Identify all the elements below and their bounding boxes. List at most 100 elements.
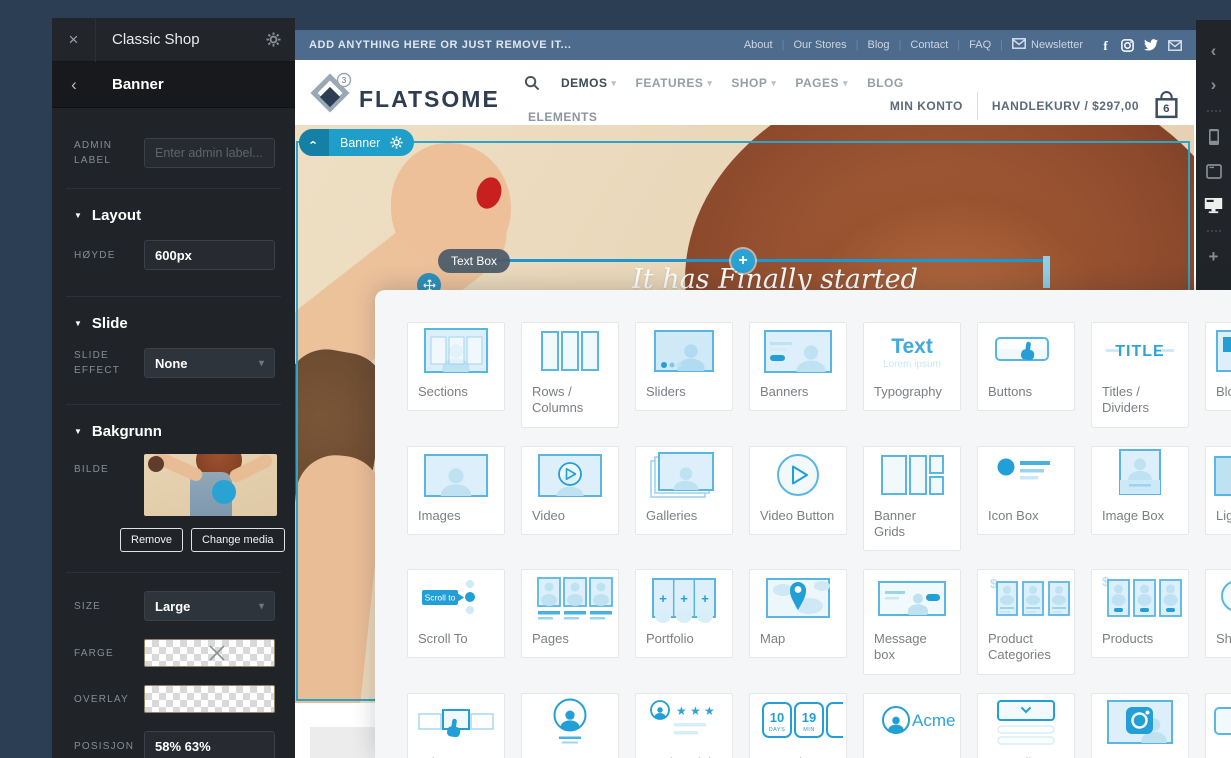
element-card-map[interactable]: Map [749, 569, 847, 658]
element-card-label: Image Box [1092, 503, 1188, 534]
brand-name[interactable]: FLATSOME [359, 86, 500, 113]
account-link[interactable]: MIN KONTO [890, 99, 963, 113]
nav-item-blog[interactable]: BLOG [867, 76, 904, 90]
hoyde-input[interactable]: 600px [144, 240, 275, 270]
element-card-sliders[interactable]: Sliders [635, 322, 733, 411]
element-card-share-icons[interactable]: Sha ico [1205, 569, 1231, 658]
focal-point-dot[interactable] [212, 480, 236, 504]
element-card-tabs[interactable]: Tabs [407, 693, 505, 758]
element-card-portfolio[interactable]: +++Portfolio [635, 569, 733, 658]
change-media-button[interactable]: Change media [191, 528, 285, 552]
collapse-icon[interactable]: ‹ [299, 129, 329, 156]
close-icon[interactable]: × [52, 18, 96, 62]
twitter-icon[interactable] [1144, 39, 1158, 51]
instagram-icon[interactable] [1121, 39, 1134, 52]
search-icon[interactable] [524, 75, 540, 91]
email-icon[interactable] [1168, 40, 1182, 51]
banner-element-pill[interactable]: ‹ Banner [299, 129, 414, 156]
svg-text:★: ★ [704, 704, 715, 718]
size-select[interactable]: Large ▾ [144, 591, 275, 621]
element-card-instagram-feed[interactable]: Instagram feed [1091, 693, 1189, 758]
nav-item-features[interactable]: FEATURES▾ [636, 76, 713, 90]
topbar-link-about[interactable]: About [744, 39, 773, 51]
element-card-video[interactable]: Video [521, 446, 619, 535]
element-card-blog-posts[interactable]: Blo [1205, 322, 1231, 411]
textbox-resize-handle[interactable] [1043, 256, 1050, 288]
element-card-label: Map [750, 626, 846, 657]
element-card-typography[interactable]: TextLorem ipsumTypography [863, 322, 961, 411]
divider: | [1000, 39, 1003, 51]
video-icon [522, 447, 618, 503]
element-card-logo[interactable]: AcmeLogo [863, 693, 961, 758]
nav-item-demos[interactable]: DEMOS▾ [561, 76, 617, 90]
element-card-galleries[interactable]: Galleries [635, 446, 733, 535]
topbar-link-our-stores[interactable]: Our Stores [793, 39, 846, 51]
newsletter-link[interactable]: Newsletter [1012, 38, 1083, 52]
admin-label-input[interactable]: Enter admin label... [144, 138, 275, 168]
cart-link[interactable]: HANDLEKURV / $297,00 [992, 99, 1139, 113]
cart-bag-icon[interactable]: 6 [1153, 90, 1180, 121]
element-card-search[interactable]: Sea [1205, 693, 1231, 758]
divider [66, 572, 281, 573]
element-card-countdown[interactable]: 10DAYS19MINCountdown [749, 693, 847, 758]
divider [1207, 110, 1221, 112]
element-card-label: Testimonials [636, 750, 732, 758]
element-card-icon-box[interactable]: Icon Box [977, 446, 1075, 535]
element-card-pages[interactable]: Pages [521, 569, 619, 658]
element-card-titles-dividers[interactable]: TITLETitles / Dividers [1091, 322, 1189, 428]
section-bakgrunn[interactable]: ▼ Bakgrunn [74, 423, 295, 440]
facebook-icon[interactable]: f [1100, 39, 1111, 52]
banners-icon [750, 323, 846, 379]
element-card-images[interactable]: Images [407, 446, 505, 535]
element-card-testimonials[interactable]: ★★★Testimonials [635, 693, 733, 758]
farge-color-swatch[interactable] [144, 639, 275, 667]
nav-item-pages[interactable]: PAGES▾ [795, 76, 848, 90]
svg-text:★: ★ [690, 704, 701, 718]
add-element-button[interactable]: + [731, 249, 755, 273]
phone-icon[interactable] [1196, 120, 1231, 154]
topbar-link-faq[interactable]: FAQ [969, 39, 991, 51]
element-card-label: Icon Box [978, 503, 1074, 534]
element-card-image-box[interactable]: Image Box [1091, 446, 1189, 535]
topbar-link-blog[interactable]: Blog [867, 39, 889, 51]
background-image-thumbnail[interactable] [144, 454, 277, 516]
chevron-right-icon[interactable]: › [1196, 68, 1231, 102]
element-card-rows-columns[interactable]: Rows / Columns [521, 322, 619, 428]
slide-effect-select[interactable]: None ▾ [144, 348, 275, 378]
plus-icon[interactable]: + [1196, 240, 1231, 274]
desktop-icon[interactable] [1196, 188, 1231, 222]
element-card-banner-grids[interactable]: Banner Grids [863, 446, 961, 552]
svg-text:Text: Text [891, 335, 933, 358]
topbar-link-contact[interactable]: Contact [910, 39, 948, 51]
scroll-to-icon: Scroll to [408, 570, 504, 626]
gear-icon[interactable] [266, 32, 295, 47]
element-card-lightbox[interactable]: Lig [1205, 446, 1231, 535]
nav-item-shop[interactable]: SHOP▾ [731, 76, 776, 90]
element-card-message-box[interactable]: Message box [863, 569, 961, 675]
element-card-products[interactable]: $Products [1091, 569, 1189, 658]
nav-item-elements[interactable]: ELEMENTS [528, 110, 597, 124]
overlay-color-swatch[interactable] [144, 685, 275, 713]
element-card-sections[interactable]: Sections [407, 322, 505, 411]
posisjon-input[interactable]: 58% 63% [144, 731, 275, 758]
testimonials-icon: ★★★ [636, 694, 732, 750]
element-card-video-button[interactable]: Video Button [749, 446, 847, 535]
element-card-accordion[interactable]: Accordion [977, 693, 1075, 758]
chevron-left-icon[interactable]: ‹ [1196, 34, 1231, 68]
remove-button[interactable]: Remove [120, 528, 183, 552]
svg-text:3: 3 [342, 76, 347, 85]
site-topbar: ADD ANYTHING HERE OR JUST REMOVE IT... A… [295, 30, 1196, 60]
banner-grids-icon [864, 447, 960, 503]
element-card-team-member[interactable]: Team Member [521, 693, 619, 758]
element-card-product-categories[interactable]: $Product Categories [977, 569, 1075, 675]
back-chevron-icon[interactable]: ‹ [52, 75, 96, 95]
element-card-scroll-to[interactable]: Scroll toScroll To [407, 569, 505, 658]
section-slide[interactable]: ▼ Slide [74, 315, 295, 332]
element-card-banners[interactable]: Banners [749, 322, 847, 411]
tablet-icon[interactable] [1196, 154, 1231, 188]
gear-icon[interactable] [390, 136, 414, 149]
divider [66, 404, 281, 405]
section-layout[interactable]: ▼ Layout [74, 207, 295, 224]
flatsome-logo-icon[interactable]: 3 [309, 72, 353, 116]
element-card-buttons[interactable]: Buttons [977, 322, 1075, 411]
